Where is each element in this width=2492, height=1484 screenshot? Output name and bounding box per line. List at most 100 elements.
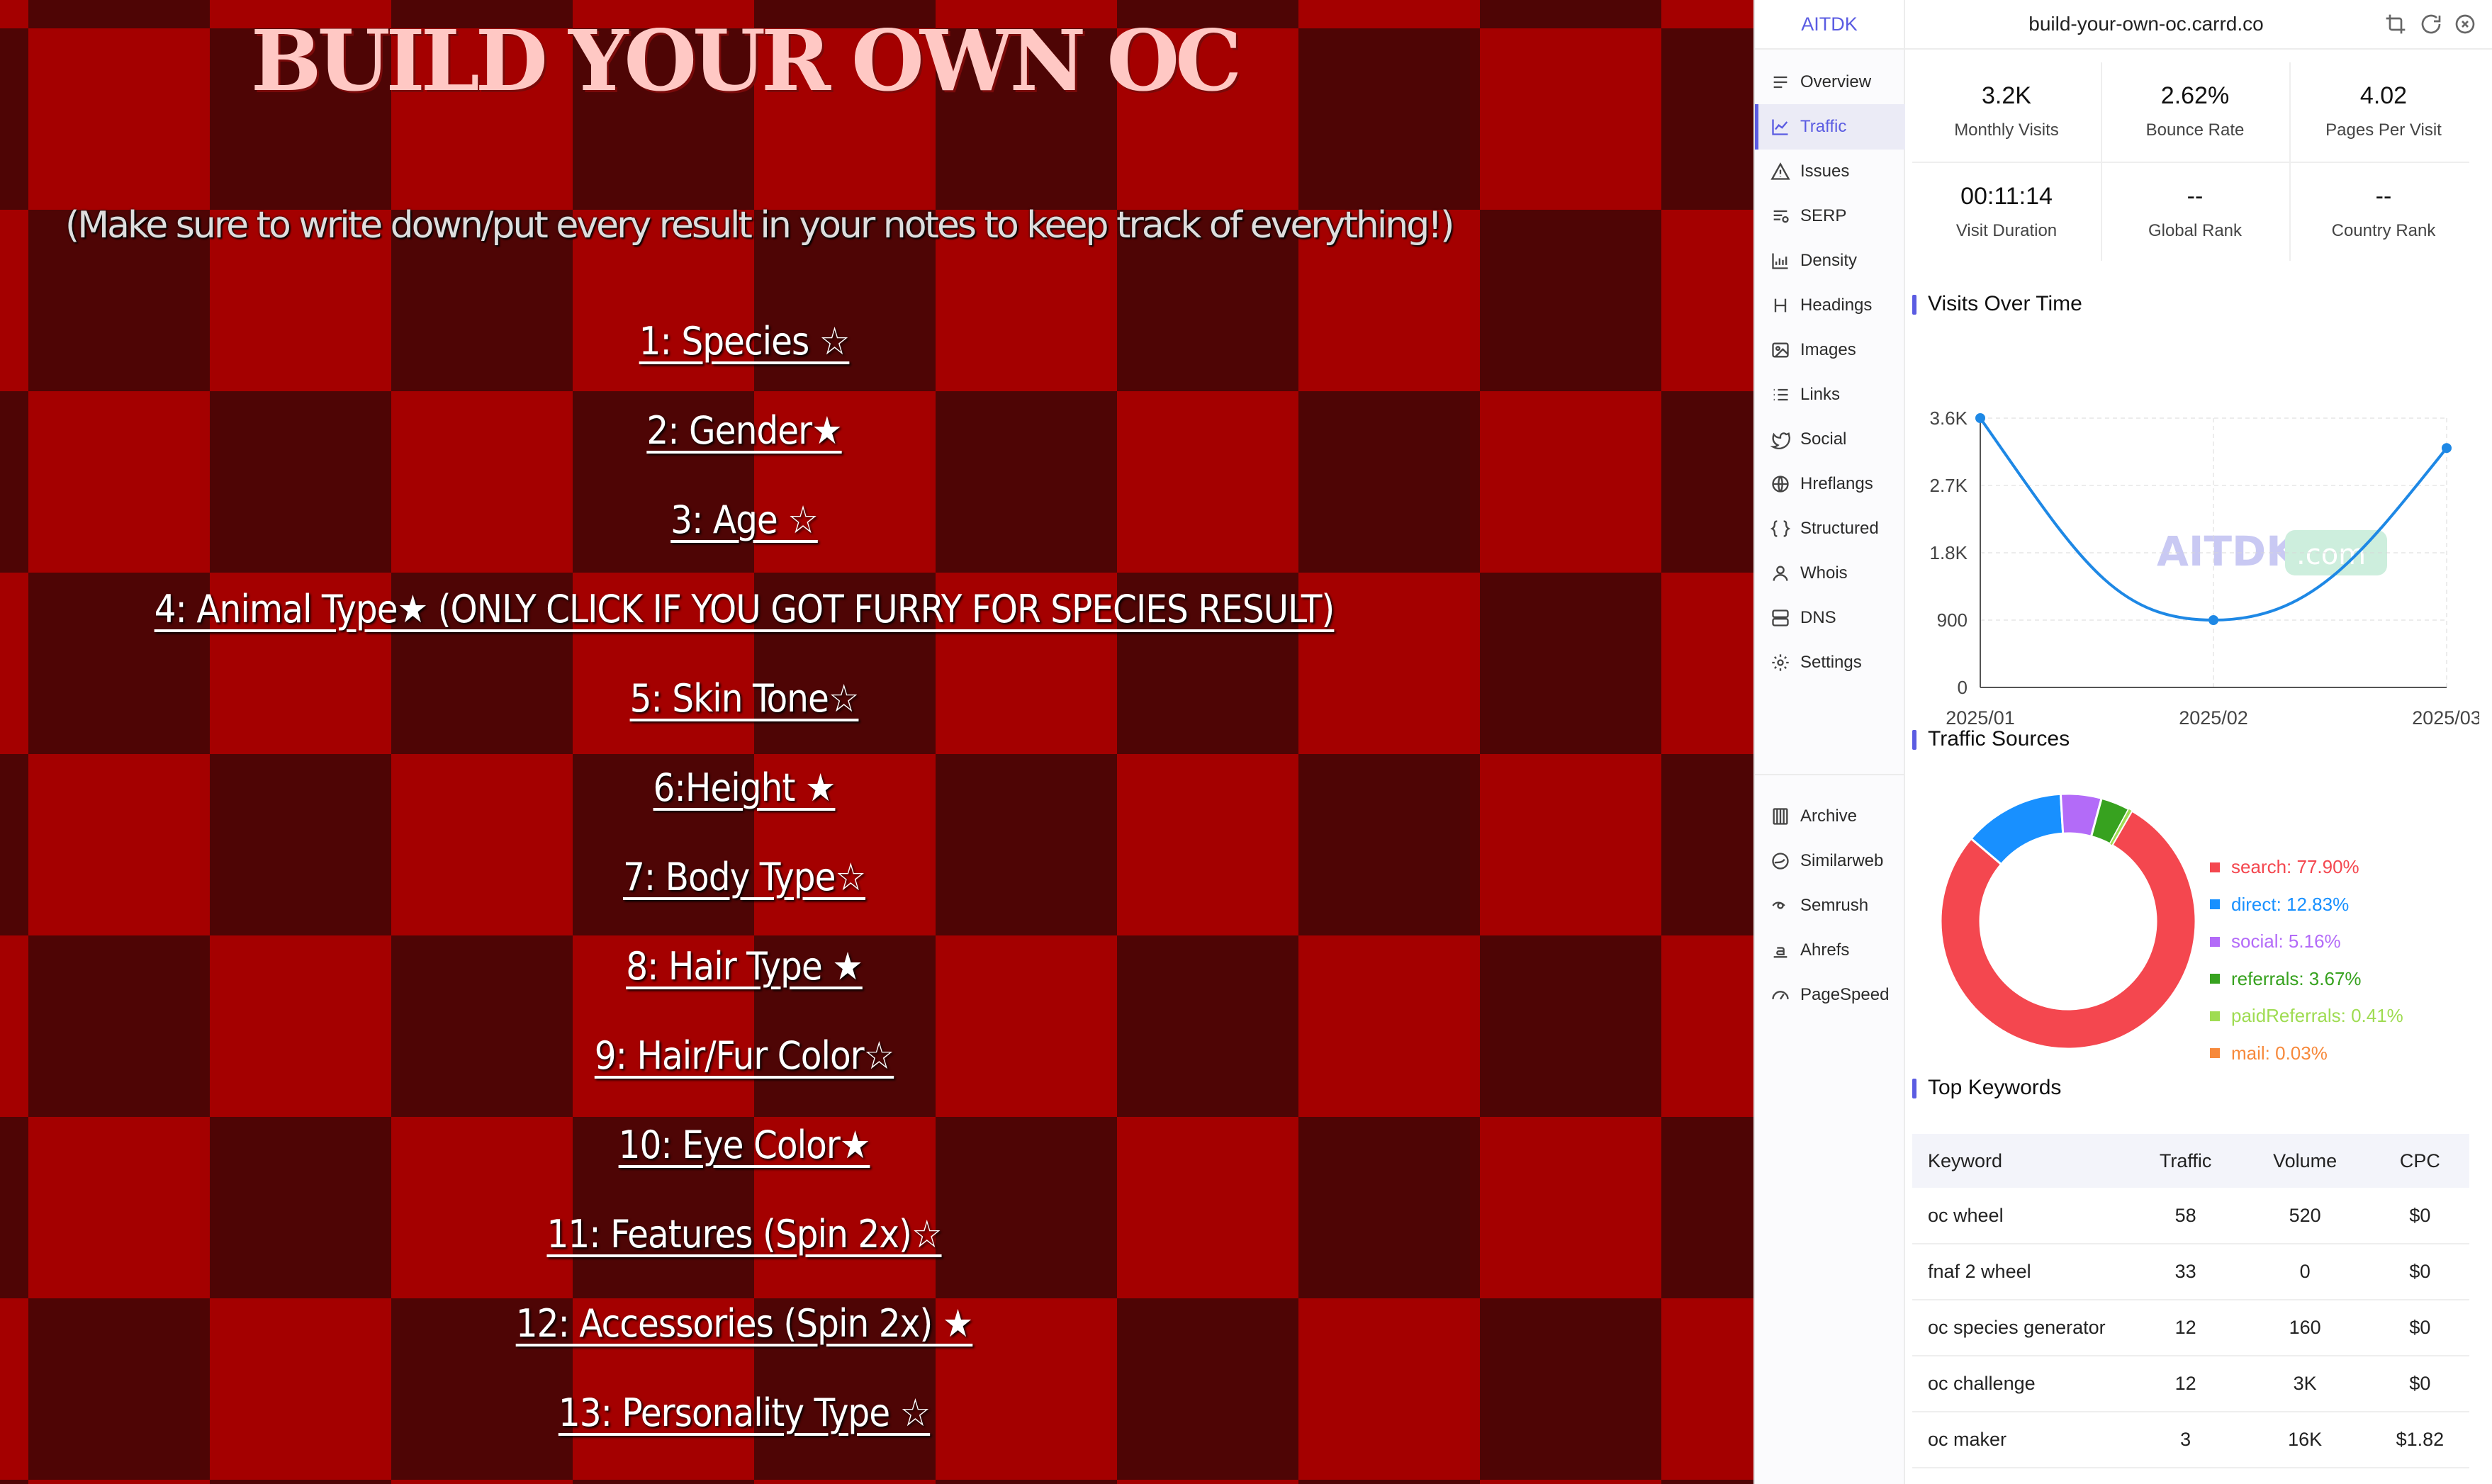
aitdk-panel: AITDK build-your-own-oc.carrd.co Overvie… [1753,0,2492,1484]
step-link[interactable]: 9: Hair/Fur Color☆ [0,1033,1488,1079]
braces-icon [1770,520,1790,537]
legend-swatch [2210,862,2220,872]
traffic-icon [1772,119,1788,135]
sidebar-item-social[interactable]: Social [1755,417,1905,462]
legend-swatch [2210,974,2220,984]
sources-section-title: Traffic Sources [1912,727,2070,751]
sidebar-item-images[interactable]: Images [1755,327,1905,373]
metric-global-rank: -- Global Rank [2101,150,2289,249]
sidebar-item-similarweb[interactable]: Similarweb [1755,838,1905,884]
metric-label: Pages Per Visit [2325,120,2442,140]
sidebar-item-label: Social [1800,429,1847,449]
step-link[interactable]: 3: Age ☆ [0,498,1488,543]
sidebar-item-traffic[interactable]: Traffic [1755,104,1905,150]
sidebar-item-archive[interactable]: Archive [1755,794,1905,839]
column-header-volume[interactable]: Volume [2239,1134,2371,1188]
cell-volume: 3K [2239,1356,2371,1412]
y-tick-label: 900 [1937,609,1968,631]
sidebar-item-pagespeed[interactable]: PageSpeed [1755,972,1905,1018]
metric-value: -- [2187,183,2204,210]
column-header-keyword[interactable]: Keyword [1912,1134,2132,1188]
domain-label: build-your-own-oc.carrd.co [2028,13,2264,35]
legend-item-referrals[interactable]: referrals: 3.67% [2210,968,2362,990]
sidebar-item-label: Semrush [1800,896,1869,915]
legend-swatch [2210,1011,2220,1021]
step-link[interactable]: 12: Accessories (Spin 2x) ★ [0,1301,1488,1347]
sidebar-item-structured[interactable]: Structured [1755,506,1905,551]
table-row[interactable]: fnaf 2 wheel 33 0 $0 [1912,1244,2469,1300]
metric-label: Bounce Rate [2145,120,2245,140]
step-link[interactable]: 8: Hair Type ★ [0,944,1488,989]
keywords-section-title: Top Keywords [1912,1076,2061,1100]
sidebar-item-whois[interactable]: Whois [1755,551,1905,596]
sidebar-item-label: Ahrefs [1800,940,1850,960]
legend-swatch [2210,899,2220,909]
legend-label: paidReferrals: 0.41% [2231,1005,2403,1026]
sidebar-item-ahrefs[interactable]: Ahrefs [1755,928,1905,973]
table-row[interactable]: oc wheel 58 520 $0 [1912,1188,2469,1244]
x-tick-label: 2025/01 [1946,707,2015,729]
sidebar-item-overview[interactable]: Overview [1755,60,1905,105]
sidebar-item-density[interactable]: Density [1755,238,1905,283]
semrush-icon [1772,901,1785,909]
sidebar-item-label: SERP [1800,206,1847,225]
sidebar-item-hreflangs[interactable]: Hreflangs [1755,461,1905,507]
visits-data-point [2442,443,2452,454]
legend-item-search[interactable]: search: 77.90% [2210,856,2359,878]
table-row[interactable]: oc challenge 12 3K $0 [1912,1356,2469,1412]
metric-label: Country Rank [2331,221,2436,240]
step-link[interactable]: 4: Animal Type★ (ONLY CLICK IF YOU GOT F… [0,587,1488,632]
step-link[interactable]: 6:Height ★ [0,765,1488,811]
brand-logo[interactable]: AITDK [1755,0,1905,50]
metric-value: 3.2K [1982,82,2031,109]
step-link[interactable]: 7: Body Type☆ [0,855,1488,900]
legend-label: social: 5.16% [2231,931,2341,952]
sidebar-item-label: Headings [1800,296,1873,315]
page-title: BUILD YOUR OWN OC [250,11,1242,110]
cell-traffic: 33 [2132,1244,2240,1300]
metric-value: -- [2375,183,2392,210]
visits-line-chart: AITDK.com 0 900 1.8K 2.7K 3.6K 2025/01 2025/02 2… [1930,407,2480,729]
instruction-note: (Make sure to write down/put every resul… [65,204,1454,247]
legend-item-social[interactable]: social: 5.16% [2210,931,2341,952]
server-icon [1772,609,1789,626]
legend-item-paidReferrals[interactable]: paidReferrals: 0.41% [2210,1005,2403,1027]
table-row[interactable]: oc maker 3 16K $1.82 [1912,1412,2469,1468]
legend-item-direct[interactable]: direct: 12.83% [2210,894,2349,916]
sidebar-item-serp[interactable]: SERP [1755,193,1905,239]
step-link[interactable]: 5: Skin Tone☆ [0,676,1488,721]
cell-cpc: $0 [2370,1300,2469,1356]
crop-icon[interactable] [2384,13,2407,35]
sidebar-item-issues[interactable]: Issues [1755,149,1905,194]
visits-data-point [2208,615,2218,625]
step-link[interactable]: 10: Eye Color★ [0,1123,1488,1168]
sidebar-item-label: Links [1800,385,1841,404]
sidebar-item-headings[interactable]: Headings [1755,283,1905,328]
traffic-sources-donut [1941,794,2196,1049]
watermark-text: AITDK [2157,527,2299,575]
y-tick-label: 3.6K [1930,407,1968,429]
close-icon[interactable] [2454,13,2476,35]
cell-keyword: fnaf 2 wheel [1912,1244,2132,1300]
sidebar-item-label: Structured [1800,519,1879,538]
cell-traffic: 12 [2132,1300,2240,1356]
sidebar-item-settings[interactable]: Settings [1755,640,1905,685]
panel-header: AITDK build-your-own-oc.carrd.co [1755,0,2492,50]
table-row[interactable]: oc species generator 12 160 $0 [1912,1300,2469,1356]
sidebar-item-semrush[interactable]: Semrush [1755,883,1905,928]
sidebar-item-links[interactable]: Links [1755,372,1905,417]
sidebar-item-label: PageSpeed [1800,985,1890,1004]
sidebar-item-dns[interactable]: DNS [1755,595,1905,641]
sidebar-item-label: Archive [1800,806,1858,826]
step-link[interactable]: 13: Personality Type ☆ [0,1390,1488,1436]
step-link[interactable]: 1: Species ☆ [0,319,1488,364]
legend-swatch [2210,936,2220,947]
column-header-traffic[interactable]: Traffic [2132,1134,2240,1188]
refresh-icon[interactable] [2420,13,2442,35]
step-link[interactable]: 2: Gender★ [0,408,1488,454]
legend-item-mail[interactable]: mail: 0.03% [2210,1042,2328,1064]
visits-data-point [1975,413,1985,423]
metric-label: Global Rank [2148,221,2243,240]
step-link[interactable]: 11: Features (Spin 2x)☆ [0,1212,1488,1257]
column-header-cpc[interactable]: CPC [2370,1134,2469,1188]
